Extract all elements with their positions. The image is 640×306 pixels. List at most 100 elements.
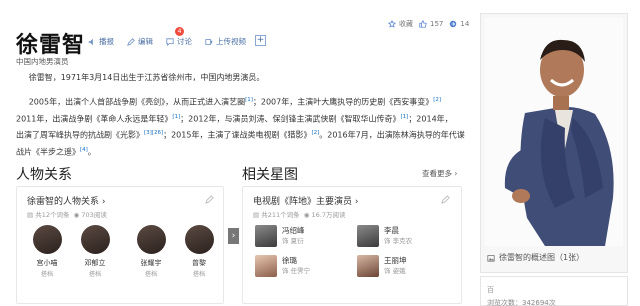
career-text: 。2016年7月，出演陈林海执导的年代谍 (319, 130, 465, 140)
career-line-2: 2011年，出演战争剧《革命人永远是年轻》[1]；2012年，与演员刘涛、保剑锋… (16, 110, 476, 127)
actor-role: 饰 夏衍 (282, 237, 304, 245)
image-gallery-icon (487, 254, 495, 262)
reference-link[interactable]: [1] (172, 114, 180, 120)
edit-icon[interactable] (441, 195, 450, 204)
broadcast-button[interactable]: 播报 (84, 35, 118, 48)
actor-item[interactable]: 冯绍峰饰 夏衍 (255, 225, 305, 247)
actor-role: 饰 姿娥 (384, 267, 406, 275)
pencil-icon (127, 37, 135, 46)
portrait-photo[interactable] (485, 18, 623, 246)
reference-link[interactable]: [2] (433, 97, 441, 103)
stats-box: 百 浏览次数：342694次 (480, 276, 628, 306)
reference-link[interactable]: [4] (80, 147, 88, 153)
relations-meta: ▤ 共12个词条 ◉ 703阅读 (27, 209, 107, 219)
relations-entry-count: 共12个词条 (35, 211, 70, 219)
stars-meta: ▤ 共211个词条 ◉ 16.7万阅读 (253, 209, 346, 219)
portrait-figure (485, 18, 623, 246)
actor-name: 李晨 (384, 226, 399, 235)
add-button[interactable]: + (255, 35, 266, 46)
actor-photo (255, 225, 277, 247)
upload-video-label: 上传视频 (216, 37, 246, 46)
relation-person[interactable]: 邓郁立 搭档 (75, 225, 115, 278)
stars-card: 电视剧《阵地》主要演员 › ▤ 共211个词条 ◉ 16.7万阅读 冯绍峰饰 夏… (242, 186, 462, 304)
relations-card-title[interactable]: 徐雷智的人物关系 › (27, 194, 105, 207)
image-caption[interactable]: 徐雷智的概述图（1张） (487, 252, 584, 263)
actor-photo (255, 255, 277, 277)
stars-section-title: 相关星图 (242, 167, 298, 183)
actor-item[interactable]: 徐璐饰 任霁宁 (255, 255, 310, 277)
person-name: 宫小喵 (36, 259, 58, 267)
discuss-label: 讨论 (177, 37, 192, 46)
intro-text: 徐雷智，1971年3月14日出生于江苏省徐州市，中国内地男演员。 (28, 73, 265, 82)
page-title: 徐雷智 (16, 33, 86, 58)
avatar (136, 225, 166, 254)
intro-paragraph: 徐雷智，1971年3月14日出生于江苏省徐州市，中国内地男演员。 (16, 71, 476, 85)
reference-link[interactable]: [26] (152, 130, 163, 136)
career-line-3: 出演了周军峰执导的抗战剧《光影》[3][26]；2015年，主演了谍战类电视剧《… (16, 126, 476, 143)
view-more-label: 查看更多 (422, 169, 452, 178)
speaker-icon (88, 38, 93, 45)
career-line-4: 战片《半步之遥》[4]。 (16, 143, 476, 160)
person-role: 搭档 (88, 271, 101, 278)
view-more-link[interactable]: 查看更多 › (422, 168, 457, 179)
avatar (32, 225, 62, 254)
upload-video-button[interactable]: 上传视频 (201, 35, 250, 48)
thumbs-up-icon (419, 20, 427, 28)
share-button[interactable]: 14 (449, 20, 469, 28)
avatar (80, 225, 110, 254)
avatar (184, 225, 214, 254)
edit-button[interactable]: 编辑 (123, 35, 157, 48)
person-role: 搭档 (192, 271, 205, 278)
relation-person[interactable]: 宫小喵 搭档 (27, 225, 67, 278)
actor-item[interactable]: 李晨饰 李克农 (357, 225, 412, 247)
relations-section-title: 人物关系 (16, 167, 72, 183)
career-text: 战片《半步之遥》 (16, 147, 80, 157)
relation-person[interactable]: 张耀宇 搭档 (131, 225, 171, 278)
stars-card-title-text: 电视剧《阵地》主要演员 (253, 197, 353, 207)
video-icon (205, 38, 213, 45)
share-icon (450, 20, 457, 28)
career-text: 2005年，出演个人首部战争剧《亮剑》，从而正式进入演艺圈 (28, 97, 246, 107)
edit-icon[interactable] (205, 195, 214, 204)
collect-button[interactable]: 收藏 (388, 19, 413, 29)
broadcast-label: 播报 (99, 37, 114, 46)
eye-icon: ◉ (303, 211, 310, 219)
career-text: ；2014年， (408, 114, 453, 124)
stats-label: 百 (487, 286, 494, 294)
carousel-next-button[interactable]: › (228, 228, 239, 244)
like-button[interactable]: 157 (419, 20, 443, 28)
actor-name: 徐璐 (282, 256, 297, 265)
star-icon (388, 20, 396, 28)
relation-person[interactable]: 曾黎 搭档 (179, 225, 219, 278)
actor-name: 冯绍峰 (282, 226, 305, 235)
summary-image-card[interactable]: 徐雷智的概述图（1张） (480, 13, 628, 273)
reference-link[interactable]: [1] (245, 97, 253, 103)
person-name: 曾黎 (192, 259, 206, 267)
comment-icon (166, 37, 174, 46)
career-text: 2011年，出演战争剧《革命人永远是年轻》 (16, 114, 173, 124)
collect-label: 收藏 (399, 20, 413, 28)
person-name: 邓郁立 (84, 259, 106, 267)
stars-card-title[interactable]: 电视剧《阵地》主要演员 › (253, 194, 358, 207)
relations-read-count: 703阅读 (81, 211, 107, 219)
career-paragraph: 2005年，出演个人首部战争剧《亮剑》，从而正式进入演艺圈[1]；2007年，主… (16, 93, 476, 160)
career-line-1: 2005年，出演个人首部战争剧《亮剑》，从而正式进入演艺圈[1]；2007年，主… (16, 93, 476, 110)
stars-read-count: 16.7万阅读 (311, 211, 346, 219)
career-text: ；2012年，与演员刘涛、保剑锋主演武侠剧《智取华山传奇》 (180, 114, 401, 124)
eye-icon: ◉ (73, 211, 80, 219)
reference-link[interactable]: [3] (144, 130, 152, 136)
document-icon: ▤ (253, 211, 260, 219)
career-text: ；2015年，主演了谍战类电视剧《猎影》 (163, 130, 312, 140)
view-count: 浏览次数：342694次 (487, 299, 556, 306)
relations-card-title-text: 徐雷智的人物关系 (27, 197, 100, 207)
discuss-count-badge: 4 (175, 27, 184, 36)
edit-label: 编辑 (138, 37, 153, 46)
person-role: 搭档 (40, 271, 53, 278)
actor-photo (357, 225, 379, 247)
like-count: 157 (430, 20, 444, 28)
discuss-button[interactable]: 4 讨论 (162, 27, 196, 48)
person-name: 张耀宇 (140, 259, 162, 267)
career-text: 出演了周军峰执导的抗战剧《光影》 (16, 130, 144, 140)
image-caption-text: 徐雷智的概述图（1张） (499, 253, 585, 262)
actor-item[interactable]: 王丽坤饰 姿娥 (357, 255, 407, 277)
